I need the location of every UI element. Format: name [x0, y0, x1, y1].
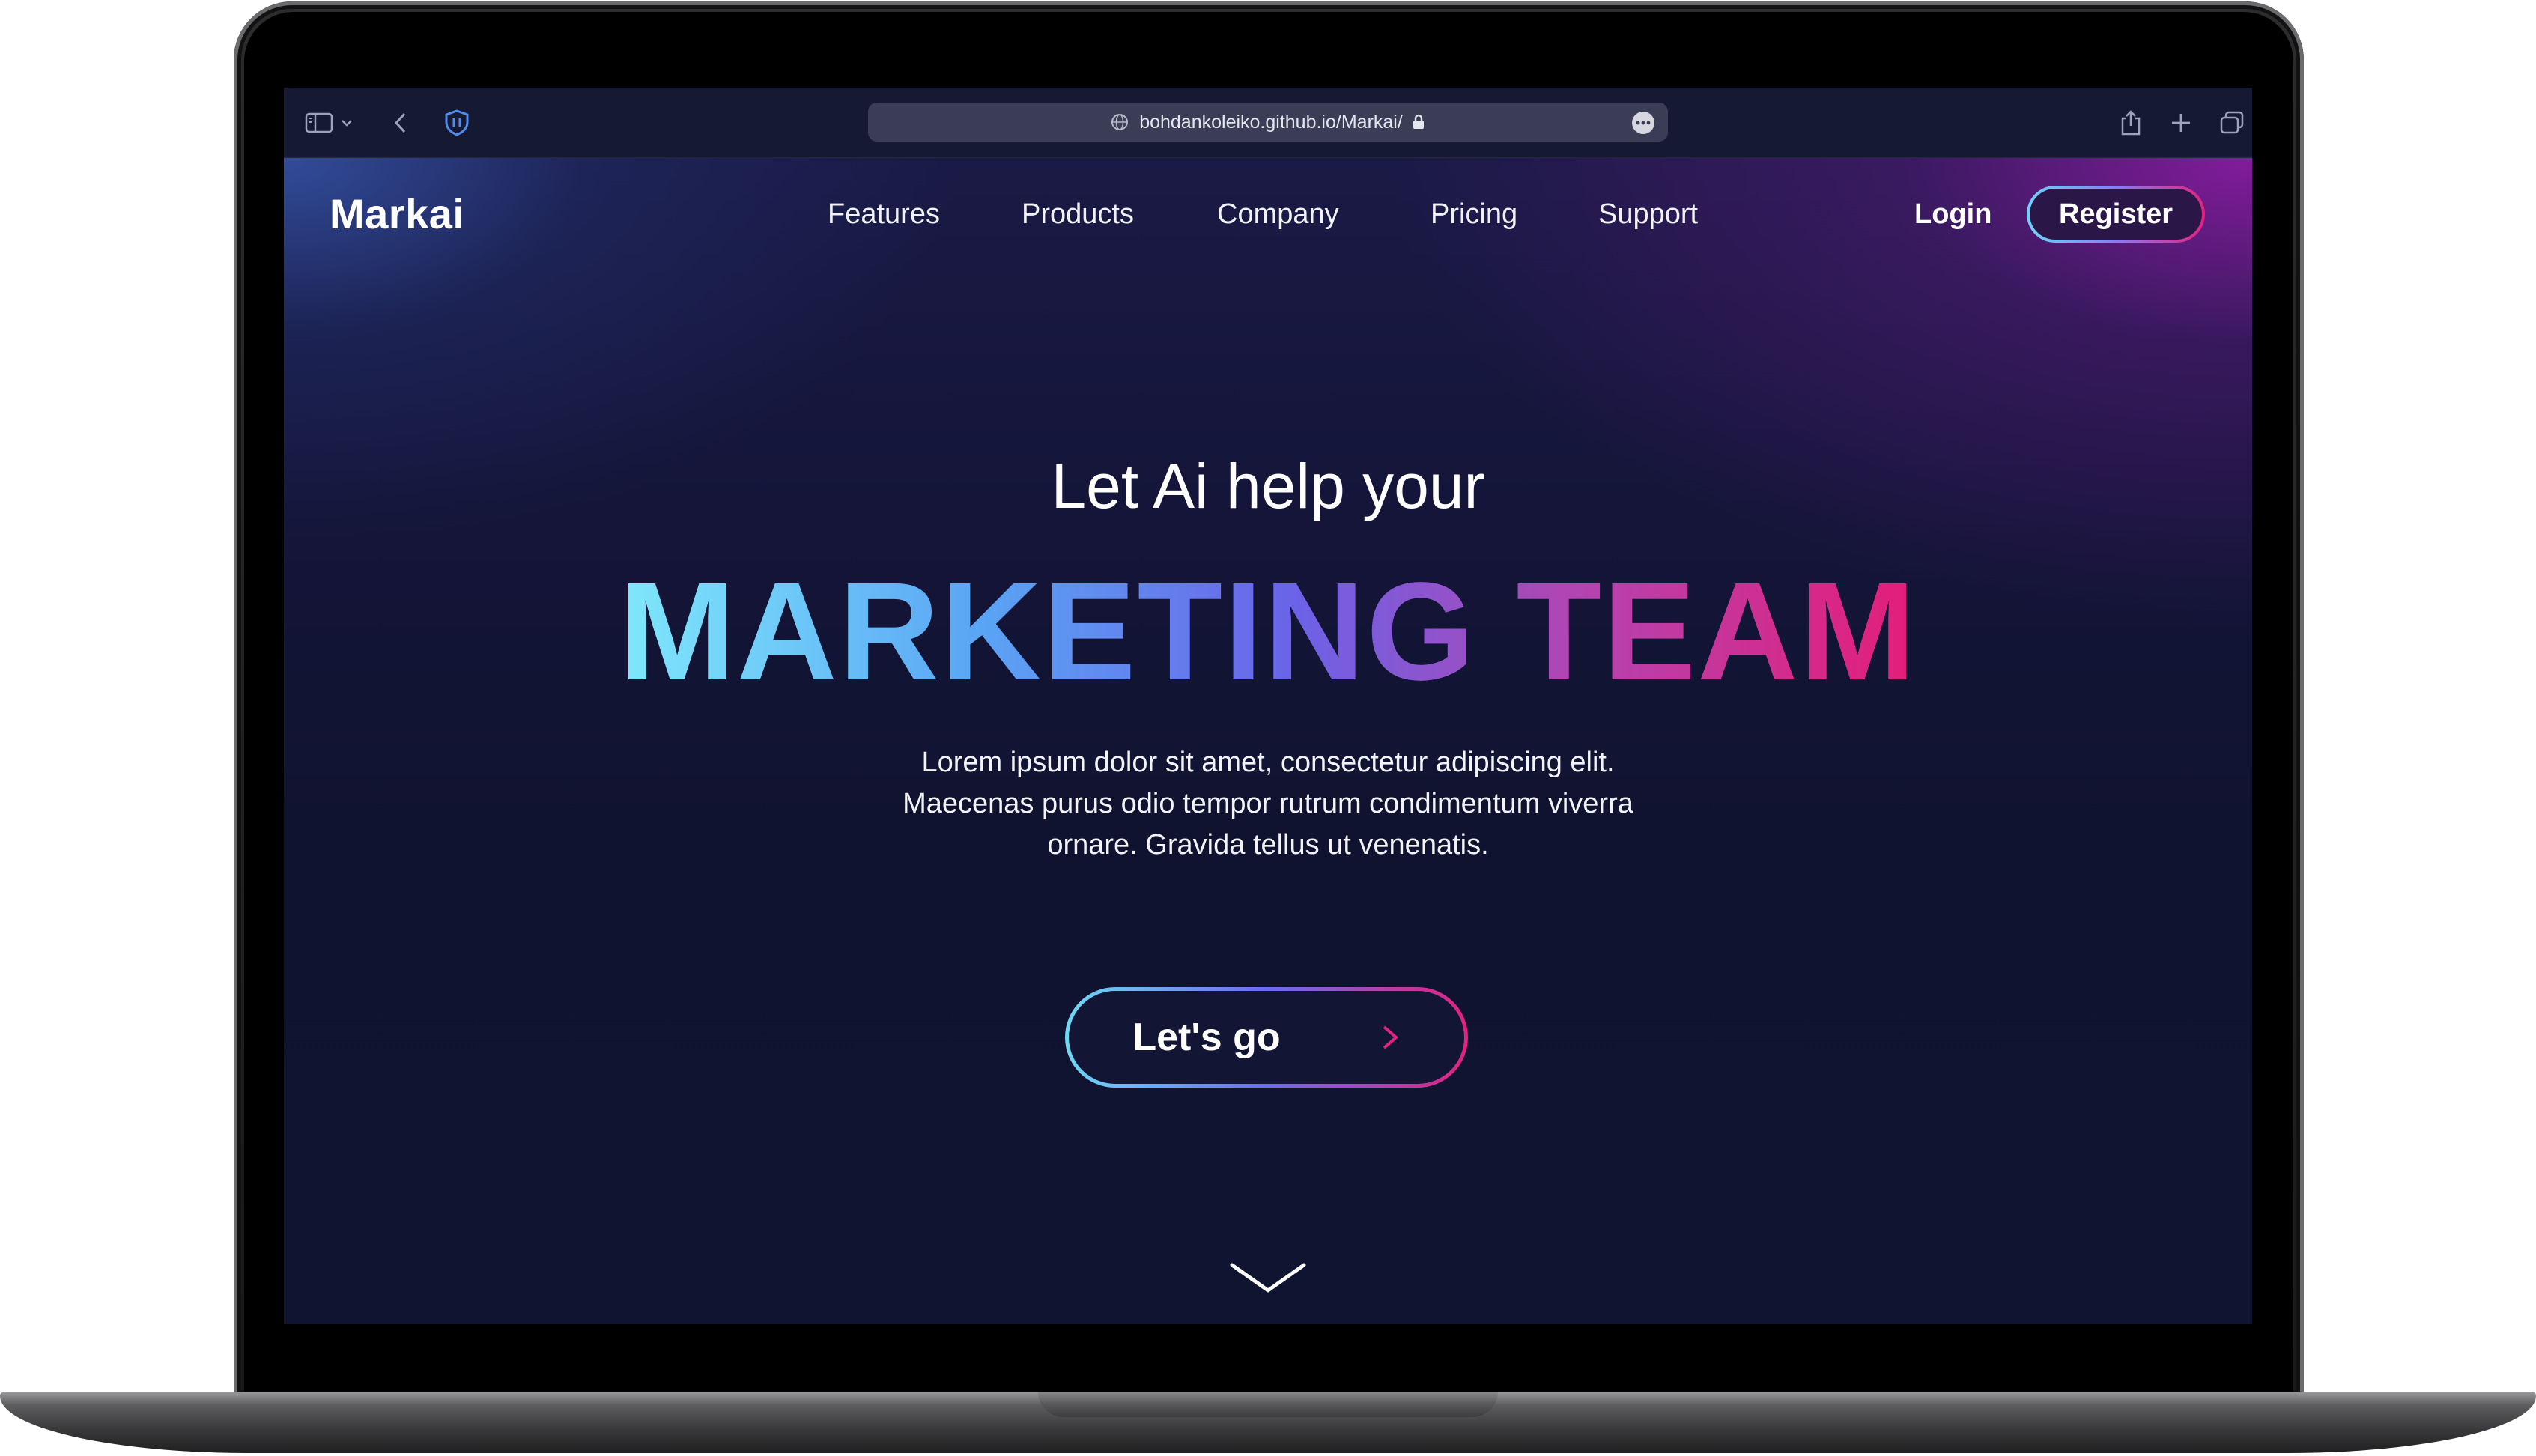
hero-description-line: ornare. Gravida tellus ut venenatis.: [1047, 829, 1489, 861]
arrow-right-icon: [1323, 1022, 1401, 1052]
browser-toolbar: bohdankoleiko.github.io/Markai/: [284, 88, 2252, 158]
nav-pricing[interactable]: Pricing: [1431, 198, 1517, 231]
hero-description-line: Lorem ipsum dolor sit amet, consectetur …: [921, 747, 1615, 778]
hero-description: Lorem ipsum dolor sit amet, consectetur …: [284, 742, 2252, 866]
new-tab-icon[interactable]: [2164, 106, 2198, 140]
nav-company[interactable]: Company: [1217, 198, 1339, 231]
register-button[interactable]: Register: [2027, 186, 2205, 243]
url-bar[interactable]: bohdankoleiko.github.io/Markai/: [868, 103, 1668, 142]
laptop-notch: [1038, 1392, 1498, 1417]
globe-icon: [1111, 113, 1129, 131]
shield-icon[interactable]: [440, 106, 474, 140]
more-icon[interactable]: [1632, 112, 1654, 134]
hero-subtitle: Let Ai help your: [1051, 451, 1485, 521]
tab-overview-icon[interactable]: [2215, 106, 2249, 140]
lets-go-button[interactable]: Let's go: [1065, 987, 1468, 1088]
nav-support[interactable]: Support: [1598, 198, 1698, 231]
url-text: bohdankoleiko.github.io/Markai/: [1139, 111, 1403, 133]
chevron-down-icon[interactable]: [336, 106, 357, 140]
back-arrow-icon[interactable]: [383, 106, 417, 140]
chevron-down-icon[interactable]: [1229, 1259, 1307, 1296]
sidebar-icon[interactable]: [302, 106, 336, 140]
browser-window: bohdankoleiko.github.io/Markai/ Markai F…: [284, 88, 2252, 1324]
lets-go-button-body: Let's go: [1069, 991, 1464, 1084]
nav-products[interactable]: Products: [1022, 198, 1134, 231]
share-icon[interactable]: [2114, 106, 2148, 140]
register-label: Register: [2030, 189, 2202, 240]
lets-go-label: Let's go: [1132, 1016, 1281, 1059]
login-link[interactable]: Login: [1914, 198, 1992, 231]
landing-page: Markai Features Products Company Pricing…: [284, 158, 2252, 1324]
lock-icon: [1412, 114, 1425, 130]
laptop-mockup: bohdankoleiko.github.io/Markai/ Markai F…: [0, 0, 2536, 1456]
hero-description-line: Maecenas purus odio tempor rutrum condim…: [903, 788, 1633, 819]
nav-features[interactable]: Features: [828, 198, 940, 231]
hero-title: MARKETING TEAM: [284, 562, 2252, 702]
hero-title-text: MARKETING TEAM: [619, 554, 1917, 709]
